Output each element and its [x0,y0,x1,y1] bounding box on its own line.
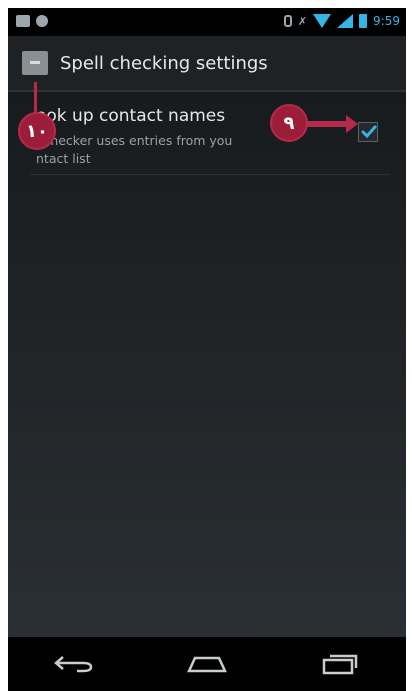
status-bar: ✗ 9:59 [8,8,406,36]
recent-apps-icon [322,654,357,675]
callout-badge-10: ١٠ [18,112,56,150]
vibrate-icon [283,15,292,27]
contact-names-checkbox[interactable] [358,122,378,142]
keyboard-icon[interactable] [22,51,48,75]
preference-title: ook up contact names [36,106,226,126]
divider [30,174,390,175]
signal-icon [337,14,354,28]
message-icon [16,15,30,27]
home-icon [187,656,227,673]
list-item-contact-names[interactable]: ook up contact names l checker uses entr… [24,92,400,175]
check-icon [361,125,377,139]
battery-icon [359,14,368,28]
callout-arrow [346,115,358,133]
android-icon [36,15,48,27]
callout-pointer [304,121,352,127]
clock: 9:59 [373,14,400,28]
callout-badge-9: ٩ [270,104,308,142]
back-button[interactable] [44,644,104,684]
back-icon [54,656,93,673]
action-bar: Spell checking settings [8,36,406,92]
mute-icon: ✗ [297,14,308,28]
preference-summary-line: ntact list [36,151,91,166]
page-title: Spell checking settings [60,53,268,74]
recent-apps-button[interactable] [310,644,370,684]
wifi-icon [313,14,332,28]
settings-list: ook up contact names l checker uses entr… [8,92,406,637]
home-button[interactable] [177,644,237,684]
phone-screen: ✗ 9:59 Spell checking settings ook up co… [8,8,406,691]
navigation-bar [8,637,406,691]
